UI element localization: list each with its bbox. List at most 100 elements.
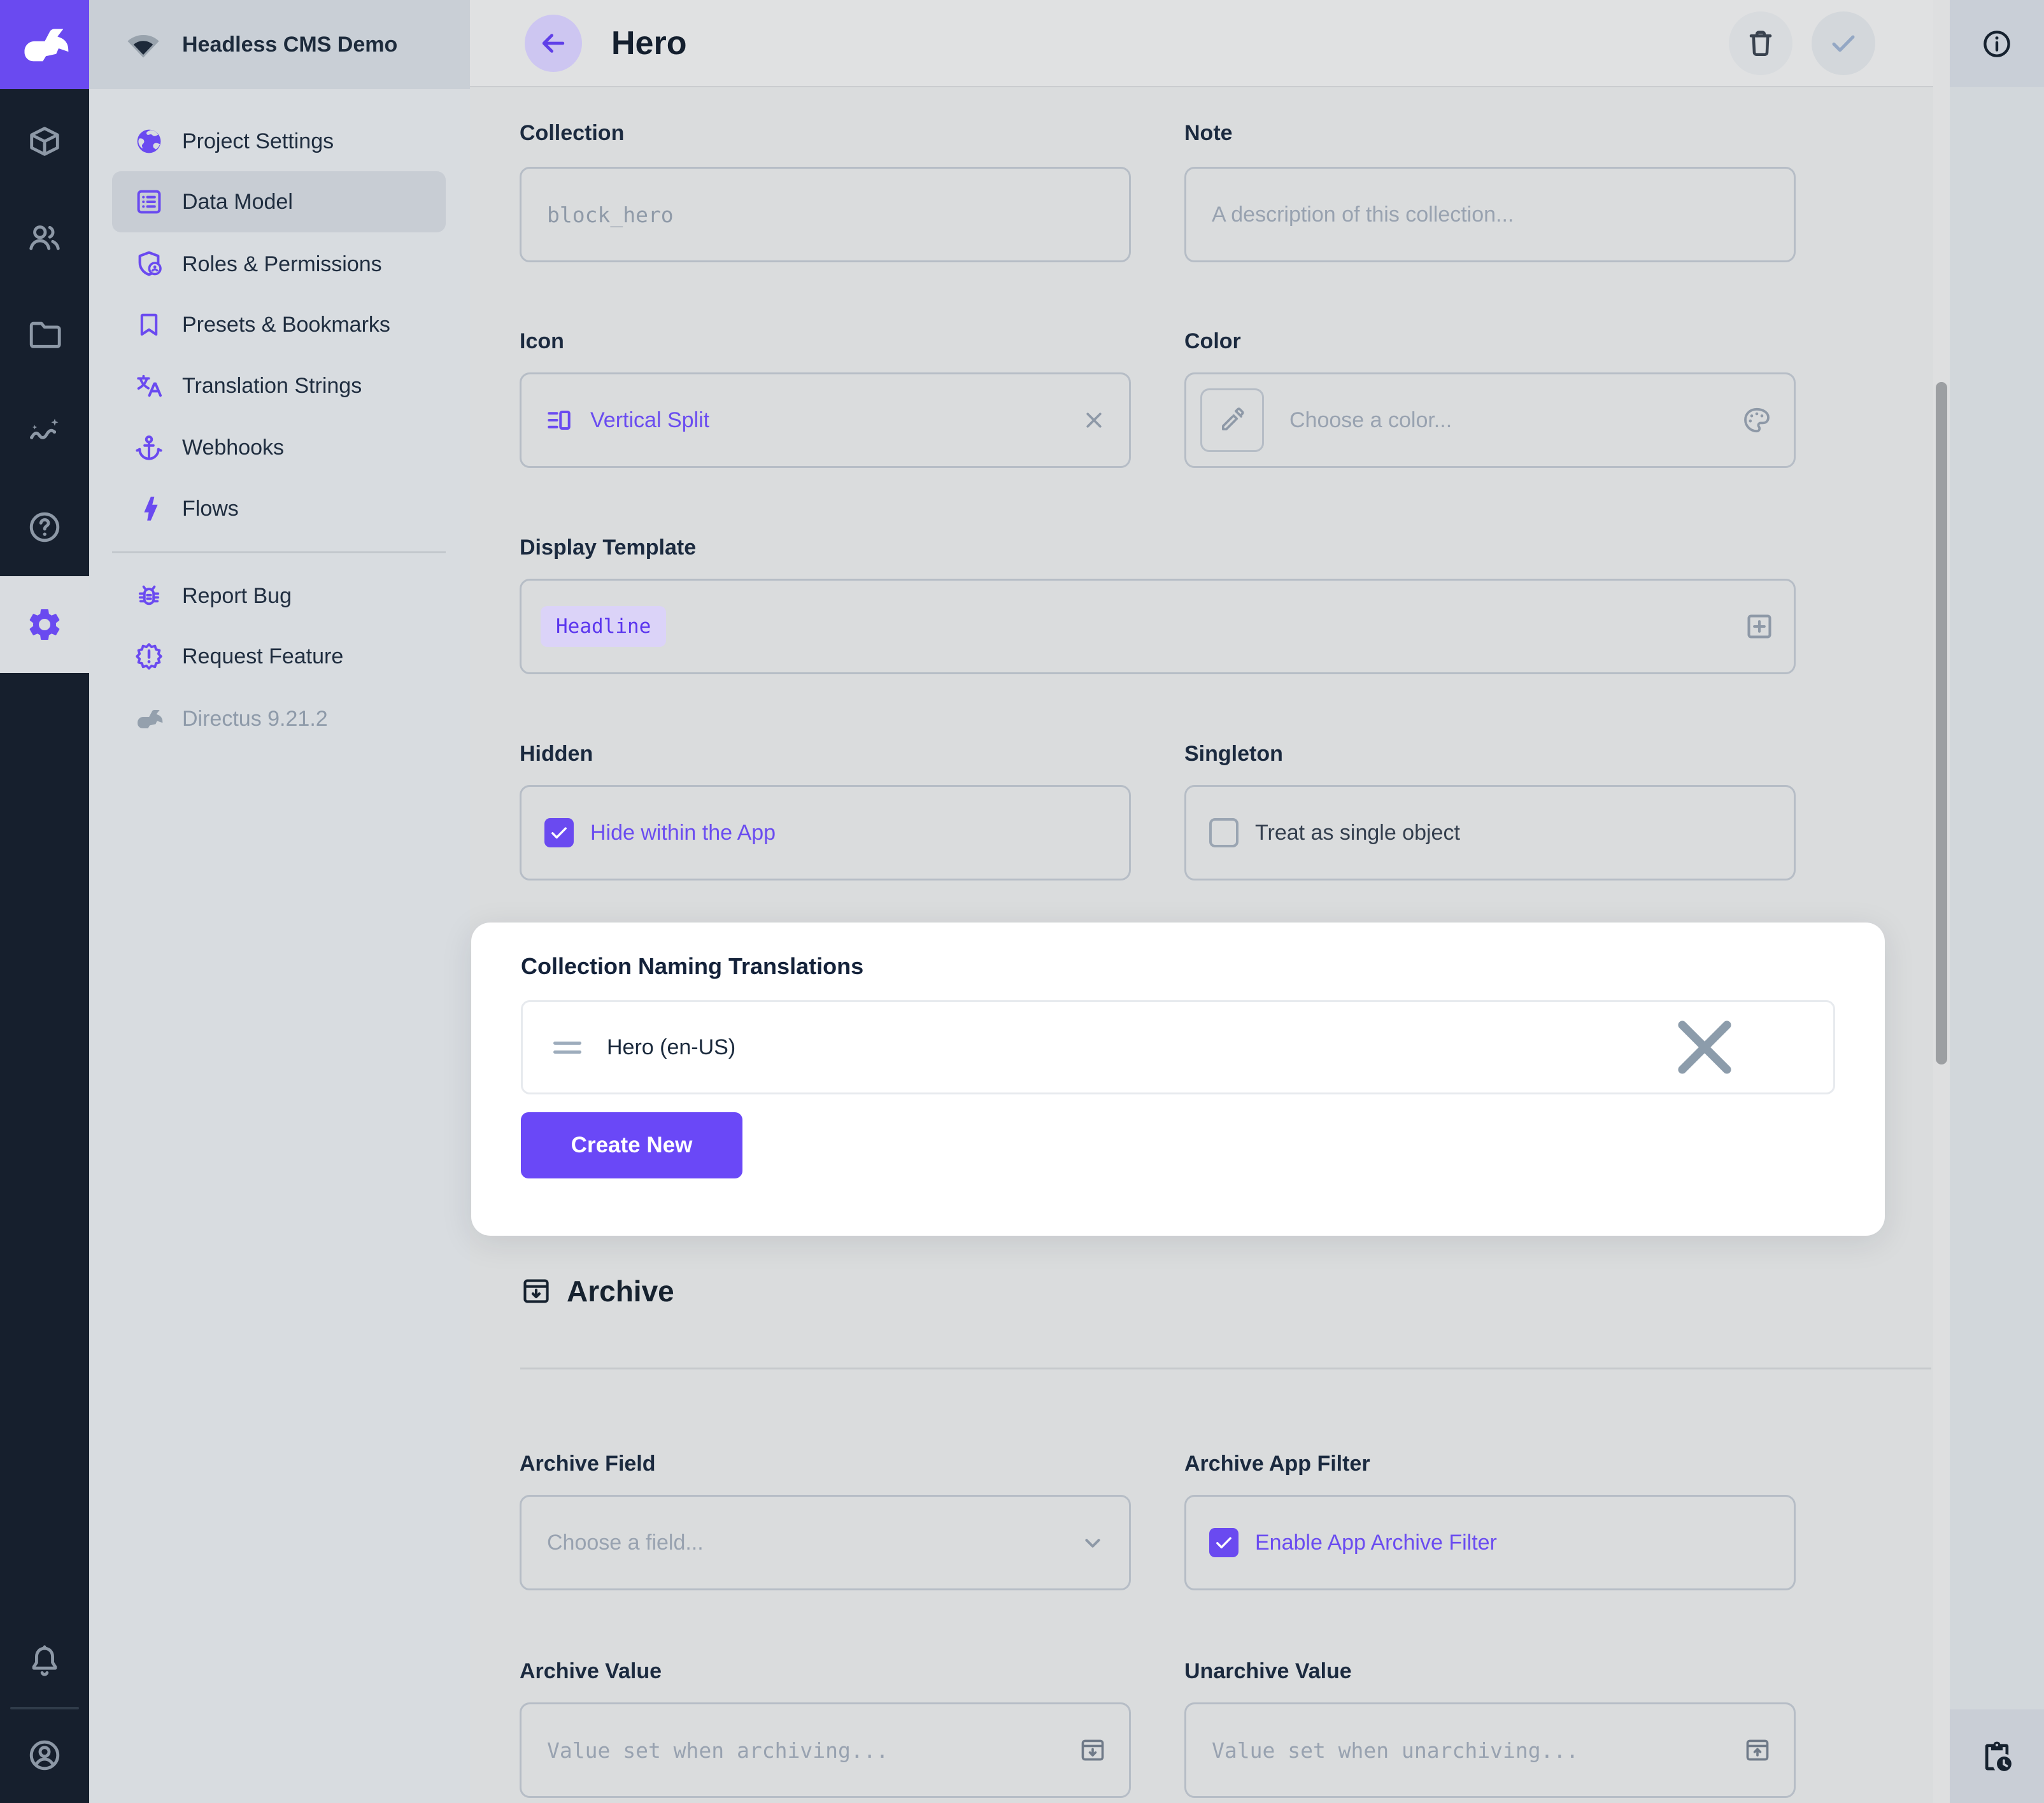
archive-up-icon[interactable] [1743,1736,1772,1765]
signal-wifi-icon [125,26,162,63]
project-info[interactable]: Headless CMS Demo [89,0,470,89]
archive-field-placeholder: Choose a field... [547,1531,704,1555]
anchor-icon [134,432,164,463]
content-module-button[interactable] [0,103,89,180]
page-header: Hero [470,0,1934,87]
translation-item-label: Hero (en-US) [607,1035,735,1060]
checkbox-checked-icon[interactable] [1209,1528,1238,1557]
user-menu-button[interactable] [0,1717,89,1793]
help-icon [26,509,63,546]
unarchive-value-label: Unarchive Value [1184,1659,1352,1684]
archive-section-header: Archive [520,1274,674,1308]
checkbox-checked-icon[interactable] [544,818,574,847]
box-icon [26,123,63,160]
insights-module-button[interactable] [0,393,89,470]
directus-logo[interactable] [0,0,89,89]
color-input[interactable]: Choose a color... [1184,372,1796,468]
archive-value-label: Archive Value [520,1659,662,1684]
settings-nav-sidebar: Headless CMS Demo Project Settings Data … [89,0,470,1803]
rabbit-logo-icon [18,18,71,71]
archive-field-select[interactable]: Choose a field... [520,1495,1131,1590]
nav-divider [112,551,446,553]
archive-icon [520,1275,553,1308]
sidebar-item-translation-strings[interactable]: Translation Strings [89,355,470,416]
icon-field-label: Icon [520,329,564,354]
main-content: Hero Collection Note block_hero A descri… [470,0,1934,1803]
sidebar-item-label: Project Settings [182,129,334,154]
sidebar-item-label: Flows [182,497,239,521]
icon-select[interactable]: Vertical Split [520,372,1131,468]
checkbox-unchecked-icon[interactable] [1209,818,1238,847]
note-placeholder: A description of this collection... [1212,202,1514,227]
sidebar-item-label: Webhooks [182,435,284,460]
delete-collection-button[interactable] [1729,11,1792,75]
singleton-checkbox-field[interactable]: Treat as single object [1184,785,1796,880]
bolt-icon [134,493,164,524]
sidebar-item-flows[interactable]: Flows [89,478,470,539]
sidebar-item-webhooks[interactable]: Webhooks [89,417,470,478]
note-input[interactable]: A description of this collection... [1184,167,1796,262]
archive-down-icon[interactable] [1078,1736,1107,1765]
back-button[interactable] [525,15,582,72]
unarchive-value-placeholder: Value set when unarchiving... [1212,1738,1579,1763]
icon-value: Vertical Split [590,408,709,433]
note-field-label: Note [1184,121,1233,146]
gear-icon [25,605,64,644]
sidebar-item-label: Data Model [182,190,293,215]
info-sidebar-button[interactable] [1950,0,2044,87]
revisions-sidebar-button[interactable] [1950,1709,2044,1803]
rabbit-version-icon [134,704,164,734]
settings-module-button-active[interactable] [0,576,89,673]
sidebar-item-label: Roles & Permissions [182,252,382,277]
unarchive-value-input[interactable]: Value set when unarchiving... [1184,1702,1796,1798]
drag-handle-icon[interactable] [553,1042,581,1054]
sidebar-item-roles-permissions[interactable]: Roles & Permissions [89,234,470,295]
archive-app-filter-checkbox-field[interactable]: Enable App Archive Filter [1184,1495,1796,1590]
sidebar-item-data-model[interactable]: Data Model [89,171,470,232]
people-icon [26,219,63,256]
page-title: Hero [611,24,686,62]
scrollbar-thumb[interactable] [1936,382,1947,1064]
collection-field-label: Collection [520,121,624,146]
archive-value-input[interactable]: Value set when archiving... [520,1702,1131,1798]
archive-divider [520,1368,1931,1369]
display-template-label: Display Template [520,535,696,560]
color-placeholder: Choose a color... [1289,408,1452,433]
sidebar-item-request-feature[interactable]: Request Feature [89,626,470,687]
translate-icon [134,371,164,401]
color-field-label: Color [1184,329,1241,354]
palette-icon-button[interactable] [1742,405,1772,435]
docs-module-button[interactable] [0,489,89,565]
archive-app-filter-checkbox-label: Enable App Archive Filter [1255,1531,1497,1555]
hidden-field-label: Hidden [520,742,593,767]
arrow-left-icon [538,28,569,59]
create-new-button[interactable]: Create New [521,1112,742,1178]
hidden-checkbox-field[interactable]: Hide within the App [520,785,1131,880]
insights-icon [26,413,63,450]
directus-version: Directus 9.21.2 [89,688,470,749]
sidebar-item-label: Request Feature [182,644,343,669]
sidebar-item-presets-bookmarks[interactable]: Presets & Bookmarks [89,294,470,355]
save-button-disabled[interactable] [1812,11,1875,75]
translation-list-item[interactable]: Hero (en-US) [521,1000,1835,1094]
check-icon [1828,27,1859,59]
clear-icon-button[interactable] [1081,407,1107,434]
display-template-input[interactable]: Headline [520,579,1796,674]
add-field-button[interactable] [1743,610,1776,643]
account-circle-icon [26,1737,63,1774]
clipboard-clock-icon [1979,1739,2015,1774]
project-name: Headless CMS Demo [182,32,397,57]
users-module-button[interactable] [0,199,89,276]
collection-input[interactable]: block_hero [520,167,1131,262]
remove-translation-button[interactable] [1609,1000,1800,1095]
notifications-button[interactable] [0,1623,89,1700]
template-field-chip[interactable]: Headline [541,606,666,647]
sidebar-item-report-bug[interactable]: Report Bug [89,565,470,626]
eyedropper-icon [1217,406,1247,435]
files-module-button[interactable] [0,296,89,372]
chevron-down-icon[interactable] [1078,1528,1107,1557]
collection-value: block_hero [547,202,674,227]
color-swatch-button[interactable] [1200,388,1264,452]
sidebar-item-project-settings[interactable]: Project Settings [89,111,470,172]
new-releases-icon [134,641,164,672]
